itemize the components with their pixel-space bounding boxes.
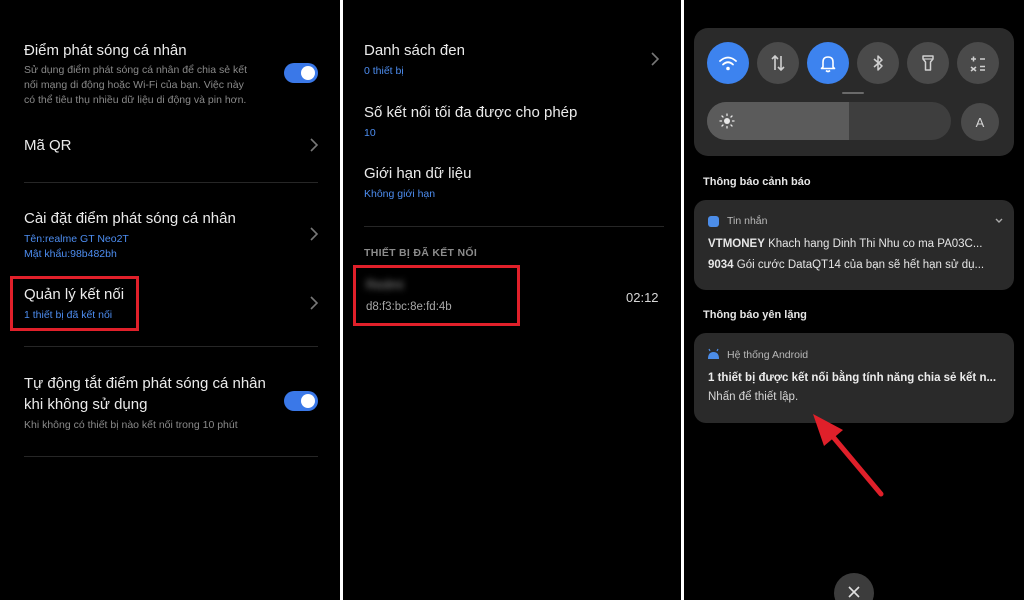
connected-devices-header: THIẾT BỊ ĐÃ KẾT NỐI: [364, 247, 478, 259]
qr-code-item[interactable]: Mã QR: [24, 135, 72, 156]
drag-handle[interactable]: [842, 92, 864, 94]
auto-brightness-button[interactable]: A: [961, 103, 999, 141]
hotspot-toggle[interactable]: [284, 63, 318, 83]
close-icon: [848, 586, 860, 598]
divider: [364, 226, 664, 227]
wifi-icon: [719, 56, 737, 71]
mobile-data-toggle[interactable]: [757, 42, 799, 84]
calculator-toggle[interactable]: [957, 42, 999, 84]
manage-connections-panel: Danh sách đen 0 thiết bị Số kết nối tối …: [343, 0, 681, 600]
auto-off-toggle[interactable]: [284, 391, 318, 411]
divider: [24, 456, 318, 457]
android-app-name: Hệ thống Android: [727, 349, 809, 361]
max-connections-item[interactable]: Số kết nối tối đa được cho phép: [364, 102, 577, 123]
max-connections-value: 10: [364, 127, 376, 139]
divider: [24, 182, 318, 183]
calculator-icon: [970, 56, 985, 72]
data-limit-value: Không giới hạn: [364, 188, 436, 200]
chevron-right-icon: [310, 138, 319, 152]
flashlight-icon: [922, 55, 934, 71]
alert-section-label: Thông báo cảnh báo: [703, 176, 811, 188]
chevron-right-icon: [310, 227, 319, 241]
android-icon: [708, 348, 719, 359]
blacklist-item[interactable]: Danh sách đen: [364, 40, 465, 61]
blacklist-count: 0 thiết bị: [364, 65, 404, 77]
sound-toggle[interactable]: [807, 42, 849, 84]
clear-all-button[interactable]: [834, 573, 874, 600]
bluetooth-icon: [873, 55, 883, 71]
auto-off-title-1: Tự động tắt điểm phát sóng cá nhân: [24, 375, 266, 392]
hotspot-settings-item[interactable]: Cài đặt điểm phát sóng cá nhân: [24, 208, 236, 229]
messages-app-icon: [708, 216, 719, 227]
arrow-pointer-icon: [813, 414, 884, 497]
sms-app-name: Tin nhắn: [727, 215, 768, 227]
hotspot-name: Tên:realme GT Neo2T: [24, 233, 129, 245]
wifi-toggle[interactable]: [707, 42, 749, 84]
device-connect-time: 02:12: [626, 290, 659, 305]
hotspot-desc-2: nối mạng di động hoặc Wi-Fi của bạn. Việ…: [24, 79, 244, 91]
brightness-icon: [719, 113, 735, 129]
data-limit-item[interactable]: Giới hạn dữ liệu: [364, 163, 471, 184]
chevron-right-icon: [651, 52, 660, 66]
mobile-data-icon: [771, 54, 785, 72]
bluetooth-toggle[interactable]: [857, 42, 899, 84]
silent-section-label: Thông báo yên lặng: [703, 309, 807, 321]
hotspot-title: Điểm phát sóng cá nhân: [24, 42, 187, 59]
android-notification-text: Nhấn để thiết lập.: [708, 391, 799, 403]
sms-notification-card[interactable]: Tin nhắn VTMONEY Khach hang Dinh Thi Nhu…: [694, 200, 1014, 290]
divider: [24, 346, 318, 347]
notification-shade-panel: A Thông báo cảnh báo Tin nhắn VTMONEY Kh…: [684, 0, 1024, 600]
chevron-right-icon: [310, 296, 319, 310]
highlight-box: [353, 265, 520, 326]
hotspot-desc-3: có thể tiêu thụ nhiều dữ liệu di động và…: [24, 94, 247, 106]
hotspot-desc-1: Sử dụng điểm phát sóng cá nhân để chia s…: [24, 64, 248, 76]
bell-icon: [820, 56, 836, 73]
auto-off-title-2: khi không sử dụng: [24, 396, 148, 413]
sms-line-1: VTMONEY Khach hang Dinh Thi Nhu co ma PA…: [708, 238, 983, 250]
chevron-down-icon[interactable]: [994, 217, 1004, 225]
hotspot-password: Mật khẩu:98b482bh: [24, 248, 117, 260]
highlight-box: [10, 276, 139, 331]
android-notification-title: 1 thiết bị được kết nối bằng tính năng c…: [708, 372, 997, 384]
sms-line-2: 9034 Gói cước DataQT14 của bạn sẽ hết hạ…: [708, 259, 985, 271]
auto-off-desc: Khi không có thiết bị nào kết nối trong …: [24, 419, 238, 431]
brightness-slider[interactable]: [707, 102, 951, 140]
hotspot-settings-panel: Điểm phát sóng cá nhân Sử dụng điểm phát…: [0, 0, 340, 600]
flashlight-toggle[interactable]: [907, 42, 949, 84]
